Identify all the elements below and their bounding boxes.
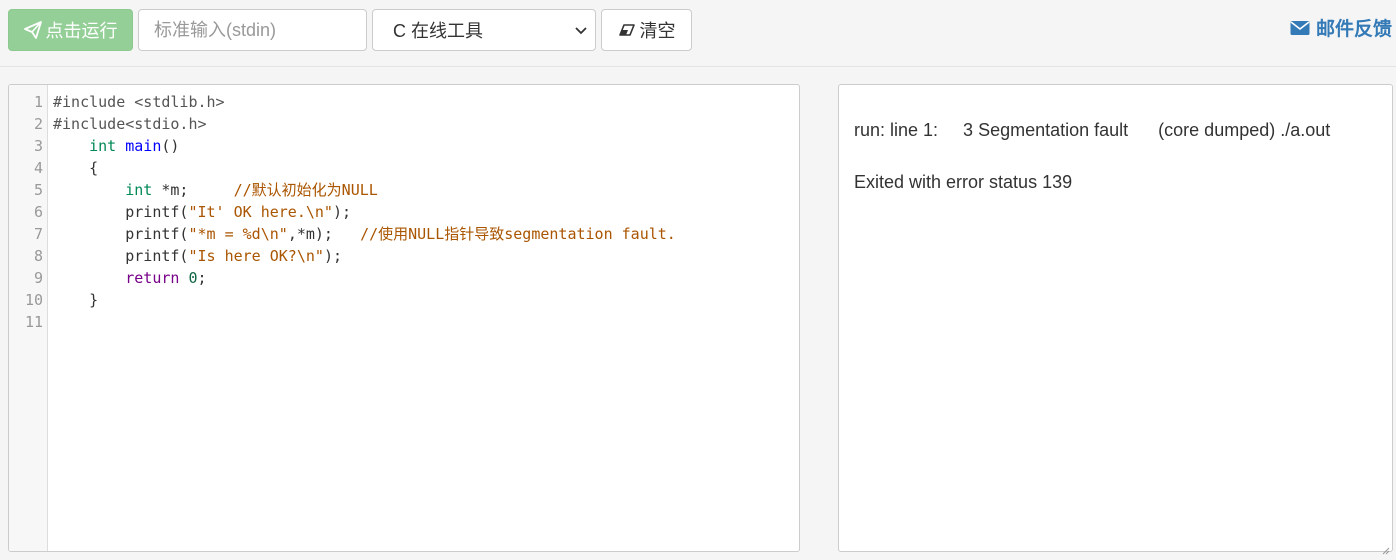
- feedback-link[interactable]: 邮件反馈: [1290, 14, 1392, 41]
- feedback-link-label: 邮件反馈: [1315, 19, 1392, 40]
- code-token: printf(: [125, 225, 189, 243]
- paper-plane-icon: [23, 21, 42, 39]
- code-token: ,*m);: [287, 225, 333, 243]
- line-number: 2: [33, 115, 43, 133]
- code-line: 7 printf("*m = %d\n",*m); //使用NULL指针导致se…: [34, 223, 799, 245]
- code-token: );: [323, 247, 342, 265]
- output-line: run: line 1: 3 Segmentation fault (core …: [854, 120, 1331, 140]
- code-token: return: [125, 269, 180, 287]
- code-token: //使用NULL指针导致segmentation fault.: [360, 225, 676, 243]
- code-token: #include <stdlib.h>: [53, 93, 225, 111]
- code-token: ;: [197, 269, 207, 287]
- code-line: 1 #include <stdlib.h>: [34, 91, 799, 113]
- code-line: 6 printf("It' OK here.\n");: [34, 201, 799, 223]
- code-line: 2 #include<stdio.h>: [34, 113, 799, 135]
- line-number: 7: [33, 225, 43, 243]
- code-line: 4 {: [34, 157, 799, 179]
- line-code: return 0;: [53, 267, 207, 289]
- code-token: #include<stdio.h>: [53, 115, 207, 133]
- line-number: 5: [33, 181, 43, 199]
- line-number: 11: [24, 313, 43, 331]
- line-code: #include<stdio.h>: [53, 113, 207, 135]
- line-code: int *m; //默认初始化为NULL: [53, 179, 378, 201]
- code-token: printf(: [125, 203, 189, 221]
- code-token: main: [125, 137, 162, 155]
- line-code: {: [53, 157, 98, 179]
- envelope-icon: [1290, 20, 1310, 36]
- code-line: 11: [25, 311, 799, 333]
- line-number: 6: [33, 203, 43, 221]
- clear-button[interactable]: 清空: [601, 9, 692, 51]
- line-number: 9: [33, 269, 43, 287]
- code-token: "*m = %d\n": [188, 225, 288, 243]
- code-token: printf(: [125, 247, 189, 265]
- code-token: "Is here OK?\n": [188, 247, 324, 265]
- line-number: 3: [33, 137, 43, 155]
- code-token: *m;: [161, 181, 189, 199]
- eraser-icon: [618, 23, 636, 37]
- line-code: int main(): [53, 135, 179, 157]
- output-line: Exited with error status 139: [854, 172, 1073, 192]
- language-select[interactable]: C 在线工具: [372, 9, 596, 51]
- code-token: int: [125, 181, 153, 199]
- chevron-down-icon: [575, 24, 587, 36]
- code-area[interactable]: 1 #include <stdlib.h> 2 #include<stdio.h> 3 …: [25, 91, 799, 551]
- line-code: printf("It' OK here.\n");: [53, 201, 351, 223]
- code-token: "It' OK here.\n": [188, 203, 333, 221]
- code-token: //默认初始化为NULL: [233, 181, 378, 199]
- line-code: #include <stdlib.h>: [53, 91, 225, 113]
- line-number: 4: [33, 159, 43, 177]
- code-line: 10 }: [25, 289, 799, 311]
- code-token: );: [332, 203, 352, 221]
- run-button[interactable]: 点击运行: [8, 9, 133, 51]
- code-line: 5 int *m; //默认初始化为NULL: [34, 179, 799, 201]
- code-token: (): [161, 137, 180, 155]
- code-token: {: [89, 159, 99, 177]
- code-token: 0: [188, 269, 198, 287]
- line-number: 8: [33, 247, 43, 265]
- toolbar: 点击运行 C 在线工具 清空 邮件反馈: [0, 0, 1396, 67]
- line-code: printf("Is here OK?\n");: [53, 245, 342, 267]
- resize-handle-icon[interactable]: [1380, 539, 1390, 555]
- code-line: 8 printf("Is here OK?\n");: [34, 245, 799, 267]
- line-number: 1: [33, 93, 43, 111]
- code-line: 3 int main(): [34, 135, 799, 157]
- line-code: printf("*m = %d\n",*m); //使用NULL指针导致segm…: [53, 223, 676, 245]
- run-button-label: 点击运行: [45, 21, 118, 41]
- code-token: }: [89, 291, 99, 309]
- clear-button-label: 清空: [639, 21, 676, 41]
- code-token: int: [89, 137, 117, 155]
- language-select-value: C 在线工具: [393, 21, 483, 41]
- code-editor[interactable]: 1 #include <stdlib.h> 2 #include<stdio.h> 3 …: [8, 84, 800, 552]
- code-line: 9 return 0;: [34, 267, 799, 289]
- line-number: 10: [24, 291, 43, 309]
- stdin-input[interactable]: [138, 9, 367, 51]
- line-code: }: [53, 289, 98, 311]
- output-panel: run: line 1: 3 Segmentation fault (core …: [838, 84, 1393, 555]
